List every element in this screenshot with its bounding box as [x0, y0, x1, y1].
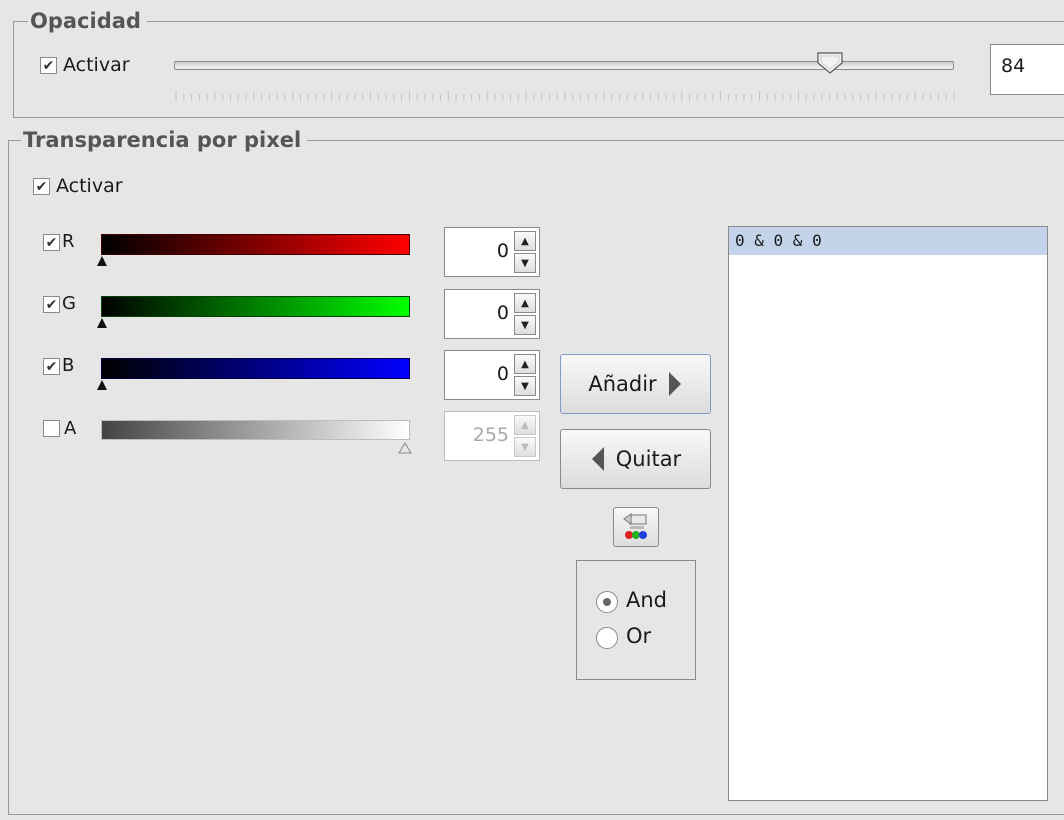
channel-r-spinner[interactable]: 0 ▲ ▼: [444, 227, 540, 277]
channel-b-checkbox[interactable]: ✔: [43, 358, 60, 375]
remove-button[interactable]: Quitar: [560, 429, 711, 489]
channel-g-gradient[interactable]: [101, 296, 410, 317]
channel-b-label: B: [62, 355, 75, 376]
opacity-slider-thumb[interactable]: [817, 52, 843, 74]
channel-g-checkbox[interactable]: ✔: [43, 296, 60, 313]
add-button[interactable]: Añadir: [560, 354, 711, 414]
channel-a-spinner: 255 ▲ ▼: [444, 411, 540, 461]
channel-r-down-button[interactable]: ▼: [514, 253, 536, 273]
channel-b-marker[interactable]: [97, 380, 107, 390]
channel-r-up-button[interactable]: ▲: [514, 231, 536, 251]
channel-b-value: 0: [496, 363, 509, 385]
channel-r-gradient[interactable]: [101, 234, 410, 255]
opacity-activate-label: Activar: [63, 54, 130, 76]
and-radio[interactable]: [596, 591, 618, 613]
logic-group: [576, 560, 696, 680]
opacity-group-title: Opacidad: [28, 8, 147, 34]
pick-color-button[interactable]: [613, 507, 659, 547]
or-label: Or: [626, 624, 652, 648]
arrow-left-icon: [591, 447, 604, 471]
add-button-label: Añadir: [588, 372, 657, 396]
arrow-right-icon: [668, 372, 681, 396]
channel-g-value: 0: [496, 302, 509, 324]
channel-a-up-button: ▲: [514, 415, 536, 435]
channel-b-up-button[interactable]: ▲: [514, 354, 536, 374]
remove-button-label: Quitar: [615, 447, 682, 471]
channel-b-spinner[interactable]: 0 ▲ ▼: [444, 350, 540, 400]
channel-b-gradient[interactable]: [101, 358, 410, 379]
channel-r-marker[interactable]: [97, 256, 107, 266]
channel-r-checkbox[interactable]: ✔: [43, 234, 60, 251]
pixel-activate-label: Activar: [56, 175, 123, 197]
channel-a-label: A: [64, 418, 77, 439]
pixel-activate-checkbox[interactable]: ✔: [33, 178, 50, 195]
channel-g-spinner[interactable]: 0 ▲ ▼: [444, 289, 540, 339]
opacity-activate-checkbox[interactable]: ✔: [40, 57, 57, 74]
channel-r-value: 0: [496, 240, 509, 262]
opacity-value-field[interactable]: 84: [990, 44, 1064, 95]
pixel-transparency-group-title: Transparencia por pixel: [21, 127, 308, 153]
channel-a-down-button: ▼: [514, 437, 536, 457]
channel-g-down-button[interactable]: ▼: [514, 315, 536, 335]
channel-r-label: R: [62, 231, 75, 252]
channel-a-value: 255: [472, 424, 509, 446]
list-item[interactable]: 0 & 0 & 0: [729, 227, 1047, 255]
color-picker-icon: [623, 513, 647, 539]
channel-g-label: G: [62, 293, 76, 314]
opacity-slider-ticks: [175, 91, 955, 101]
channel-a-marker: [398, 442, 412, 454]
color-list[interactable]: 0 & 0 & 0: [728, 226, 1048, 801]
or-radio[interactable]: [596, 627, 618, 649]
channel-a-gradient: [101, 420, 410, 440]
channel-b-down-button[interactable]: ▼: [514, 376, 536, 396]
channel-a-checkbox[interactable]: [43, 420, 60, 437]
opacity-value: 84: [1001, 55, 1026, 77]
and-label: And: [626, 588, 668, 612]
channel-g-marker[interactable]: [97, 318, 107, 328]
channel-g-up-button[interactable]: ▲: [514, 293, 536, 313]
